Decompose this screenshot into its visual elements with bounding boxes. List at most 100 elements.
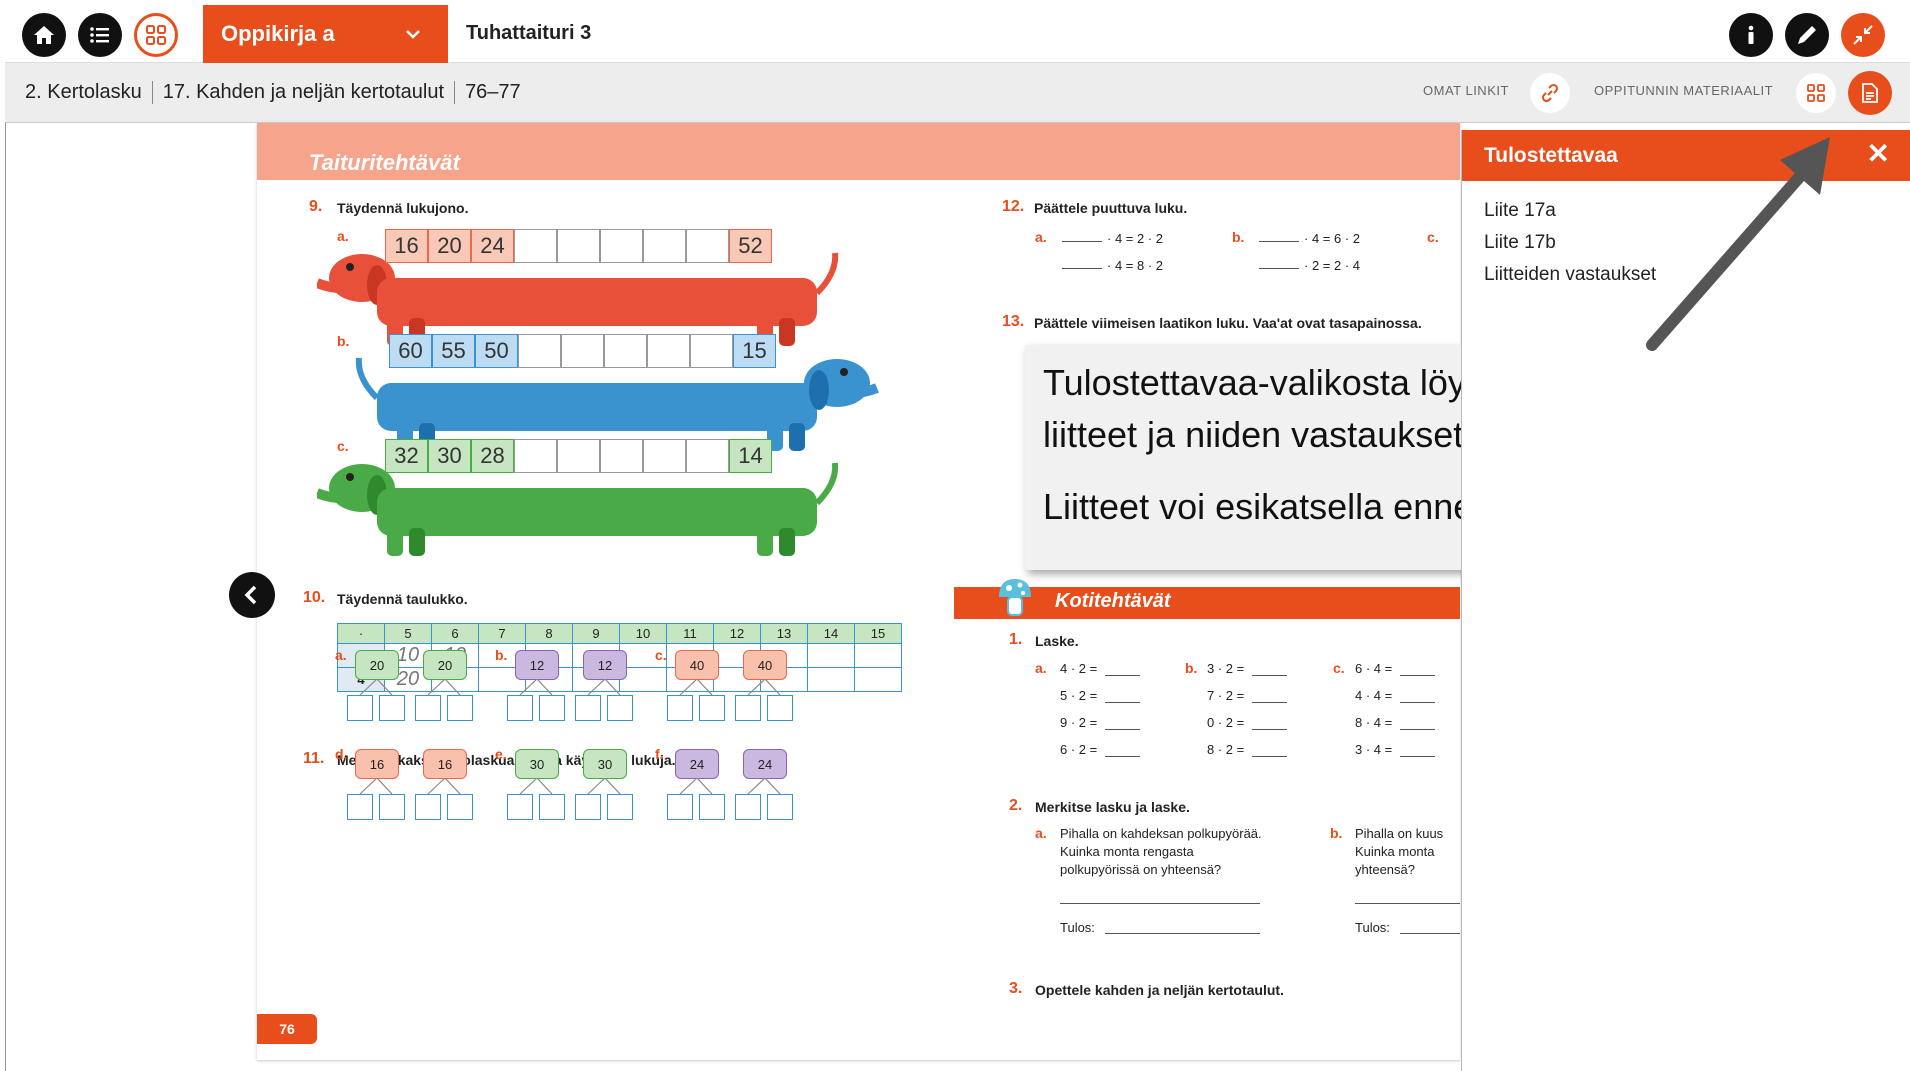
product-pill: 24 [675,749,719,779]
printables-button[interactable] [1848,71,1892,115]
factor-box[interactable] [539,695,565,721]
subtask-label: c. [655,647,667,663]
grid-icon [146,25,166,45]
product-pill: 12 [515,650,559,680]
factor-box[interactable] [507,794,533,820]
factor-box[interactable] [607,695,633,721]
subtask-label: b. [1185,660,1198,676]
factor-box[interactable] [347,794,373,820]
book-title: Tuhattaituri 3 [466,22,592,44]
sequence-cell: 60 [389,334,432,368]
factor-box[interactable] [667,695,693,721]
subtask-label: f. [655,746,664,762]
breadcrumb-bar: 2. Kertolasku 17. Kahden ja neljän kerto… [5,63,1910,123]
product-pill: 20 [423,650,467,680]
sequence-cell [561,334,604,368]
factor-box[interactable] [699,794,725,820]
product-pill: 16 [355,749,399,779]
factor-box[interactable] [767,695,793,721]
table-cell: 9 [572,623,620,644]
lesson-materials-button[interactable] [1796,73,1836,113]
breadcrumb-lesson[interactable]: 17. Kahden ja neljän kertotaulut [151,81,454,104]
factor-box[interactable] [699,695,725,721]
blank-line [1062,241,1102,242]
book-select[interactable]: Oppikirja a [203,5,448,63]
calc-item: 5 · 2 = [1060,688,1098,703]
task-text: Opettele kahden ja neljän kertotaulut. [1035,982,1284,998]
own-links-button[interactable] [1530,73,1570,113]
factor-box[interactable] [735,794,761,820]
sequence-cell: 16 [385,229,428,263]
panel-title: Tulostettavaa [1484,144,1618,167]
close-icon[interactable]: ✕ [1867,140,1890,168]
pen-button[interactable] [1785,13,1829,57]
subtask-label: a. [337,228,349,244]
factor-box[interactable] [347,695,373,721]
table-cell: 10 [619,623,667,644]
table-cell: 7 [478,623,526,644]
page-number-badge: 76 [257,1014,317,1044]
lesson-materials-label[interactable]: OPPITUNNIN MATERIAALIT [1594,83,1773,98]
table-cell: 13 [760,623,808,644]
factor-box[interactable] [575,794,601,820]
sequence-cell: 24 [471,229,514,263]
sequence-cell [600,439,643,473]
task-number: 13. [1002,313,1025,330]
home-icon [34,26,54,44]
tree-branch [359,679,393,696]
blank-line [1259,268,1299,269]
subtask-label: b. [495,647,508,663]
factor-box[interactable] [447,794,473,820]
task-text: Täydennä taulukko. [337,591,468,607]
calc-item: 0 · 2 = [1207,715,1245,730]
table-cell: 11 [666,623,714,644]
number-sequence-a: 16 20 24 52 [385,229,772,263]
factor-box[interactable] [607,794,633,820]
answer-line [1252,729,1287,730]
sequence-cell [600,229,643,263]
answer-line [1252,756,1287,757]
breadcrumb-chapter[interactable]: 2. Kertolasku [25,81,152,104]
factor-box[interactable] [667,794,693,820]
prev-page-button[interactable] [229,572,275,618]
equation: · 4 = 6 · 2 [1304,231,1360,246]
own-links-label[interactable]: OMAT LINKIT [1423,83,1509,98]
sequence-cell [643,229,686,263]
factor-box[interactable] [415,695,441,721]
home-button[interactable] [22,13,66,57]
task-text: Laske. [1035,633,1079,649]
result-label: Tulos: [1355,920,1390,935]
word-problem-line: Pihalla on kahdeksan polkupyörää. [1060,826,1262,841]
menu-button[interactable] [78,13,122,57]
sequence-cell: 55 [432,334,475,368]
calc-item: 6 · 2 = [1060,742,1098,757]
calc-item: 8 · 4 = [1355,715,1393,730]
task-number: 3. [1009,980,1023,997]
factor-box[interactable] [507,695,533,721]
subtask-label: c. [1333,660,1345,676]
collapse-button[interactable] [1841,13,1885,57]
book-spread: Taituritehtävät 9. Täydennä lukujono. a.… [257,123,1460,1061]
collapse-icon [1853,25,1873,45]
factor-box[interactable] [379,695,405,721]
calc-item: 7 · 2 = [1207,688,1245,703]
factor-box[interactable] [539,794,565,820]
table-cell: 5 [384,623,432,644]
info-button[interactable] [1729,13,1773,57]
answer-line [1105,702,1140,703]
number-sequence-c: 32 30 28 14 [385,439,772,473]
subtask-label: a. [1035,229,1047,245]
factor-box[interactable] [735,695,761,721]
factor-box[interactable] [415,794,441,820]
factor-box[interactable] [575,695,601,721]
factor-box[interactable] [379,794,405,820]
mushroom-icon [999,579,1031,616]
factor-box[interactable] [767,794,793,820]
task-text: Täydennä lukujono. [337,200,469,216]
factor-box[interactable] [447,695,473,721]
grid-button[interactable] [134,13,178,57]
number-sequence-b: 60 55 50 15 [389,334,776,368]
sequence-cell [557,439,600,473]
info-icon [1748,25,1754,44]
calc-item: 9 · 2 = [1060,715,1098,730]
